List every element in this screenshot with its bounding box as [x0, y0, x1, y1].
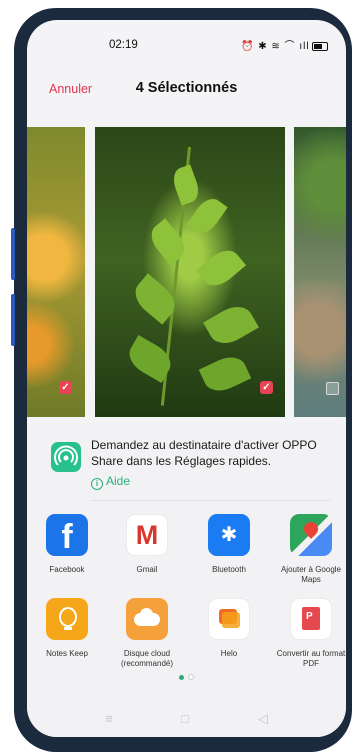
oppo-share-prompt: Demandez au destinataire d'activer OPPO … [27, 434, 346, 496]
keep-notes-icon [46, 598, 88, 640]
app-label: Bluetooth [212, 565, 246, 574]
help-label: Aide [106, 474, 131, 488]
help-link[interactable]: i Aide [91, 474, 130, 490]
app-label: Ajouter à Google Maps [280, 565, 342, 584]
cloud-drive-icon [126, 598, 168, 640]
selection-header: Annuler 4 Sélectionnés [27, 72, 346, 106]
oppo-share-icon [51, 442, 81, 472]
photo-yellow-flowers[interactable] [27, 127, 85, 417]
divider [91, 500, 331, 501]
gmail-icon: M [126, 514, 168, 556]
bulb-base [64, 627, 72, 630]
app-keep-notes[interactable]: Notes Keep [31, 598, 103, 659]
app-label: Gmail [136, 565, 158, 574]
plant-leaf [169, 164, 203, 206]
page-title: 4 Sélectionnés [135, 80, 238, 96]
app-label: Helo [220, 649, 238, 658]
pdf-glyph: P [306, 611, 313, 622]
unselected-checkbox-photo-3[interactable] [326, 382, 339, 395]
status-icons: ⏰ ✱ ≋ ⌒ ıll [241, 37, 328, 52]
photo-strip[interactable] [27, 127, 346, 417]
bulb-icon [59, 607, 77, 627]
back-icon[interactable]: ◁ [258, 711, 268, 727]
facebook-icon: f [46, 514, 88, 556]
plant-leaf [203, 299, 259, 351]
app-google-maps[interactable]: Ajouter à Google Maps [275, 514, 346, 585]
plant-leaf [195, 243, 247, 293]
app-cloud-drive[interactable]: Disque cloud (recommandé) [111, 598, 183, 669]
app-label: Disque cloud (recommandé) [120, 649, 173, 668]
app-bluetooth[interactable]: ✱ Bluetooth [193, 514, 265, 575]
oppo-share-text: Demandez au destinataire d'activer OPPO … [91, 438, 317, 468]
page-dot[interactable] [188, 674, 194, 680]
photo-aerial-coast[interactable] [294, 127, 346, 417]
plant-leaf [198, 351, 252, 397]
volume-button [11, 228, 15, 280]
helo-bubble-front [222, 612, 240, 628]
bluetooth-icon: ✱ [208, 514, 250, 556]
app-facebook[interactable]: f Facebook [31, 514, 103, 575]
app-helo[interactable]: Helo [193, 598, 265, 659]
status-time: 02:19 [109, 39, 138, 51]
screen: 02:19 ⏰ ✱ ≋ ⌒ ıll Annuler 4 Sélectionnés… [27, 20, 346, 737]
battery-icon [311, 41, 328, 51]
photo-green-plant[interactable] [95, 127, 285, 417]
app-label: Facebook [49, 565, 85, 574]
status-bar: 02:19 ⏰ ✱ ≋ ⌒ ıll [27, 20, 346, 68]
selected-checkbox-photo-1[interactable]: ✓ [59, 381, 72, 394]
info-icon: i [91, 478, 103, 490]
navigation-bar: ≡ □ ◁ [27, 705, 346, 737]
selected-checkbox-photo-2[interactable]: ✓ [260, 381, 273, 394]
recent-apps-icon[interactable]: ≡ [105, 711, 113, 726]
page-indicator [27, 674, 346, 680]
page-dot-active [179, 675, 184, 680]
power-button [11, 294, 15, 346]
app-label: Convertir au format PDF [276, 649, 346, 668]
home-icon[interactable]: □ [181, 711, 189, 726]
helo-icon [208, 598, 250, 640]
plant-leaf [145, 218, 191, 266]
status-icon-glyphs: ⏰ ✱ ≋ ⌒ ıll [241, 41, 310, 52]
google-maps-icon [290, 514, 332, 556]
pdf-icon: P [290, 598, 332, 640]
app-label: Notes Keep [46, 649, 88, 658]
map-pin-icon [301, 519, 321, 539]
app-convert-pdf[interactable]: P Convertir au format PDF [275, 598, 346, 669]
app-gmail[interactable]: M Gmail [111, 514, 183, 575]
cloud-shape-top [140, 608, 153, 621]
